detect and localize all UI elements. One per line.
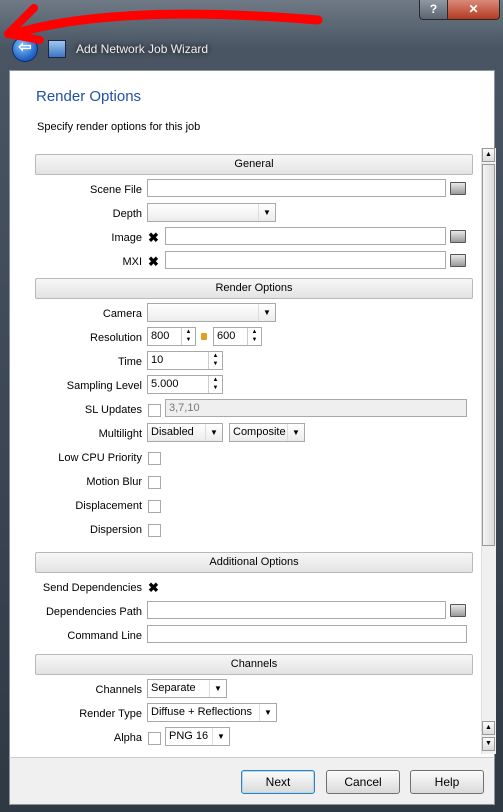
spin-arrows-icon[interactable]: ▲ ▼ (208, 376, 222, 393)
spin-arrows-icon[interactable]: ▲ ▼ (247, 328, 261, 345)
section-channels: Channels (35, 654, 473, 675)
motion-blur-label: Motion Blur (86, 476, 142, 488)
folder-icon[interactable] (450, 254, 466, 267)
cancel-button[interactable]: Cancel (326, 770, 400, 794)
displacement-checkbox[interactable] (148, 500, 161, 513)
image-label: Image (111, 232, 142, 244)
button-bar: Next Cancel Help (9, 757, 495, 805)
camera-select[interactable]: ▼ (147, 303, 276, 322)
folder-icon[interactable] (450, 604, 466, 617)
sampling-level-spinbox[interactable]: 5.000 ▲ ▼ (147, 375, 223, 394)
help-button[interactable]: Help (410, 770, 484, 794)
send-dependencies-checkbox[interactable]: ✖ (148, 581, 159, 594)
multilight-mode-select[interactable]: Composite ▼ (229, 423, 305, 442)
next-button[interactable]: Next (241, 770, 315, 794)
page-subtitle: Specify render options for this job (37, 121, 201, 133)
vertical-scrollbar[interactable]: ▲ ▲ ▼ (481, 148, 496, 754)
mxi-label: MXI (122, 256, 142, 268)
alpha-checkbox[interactable] (148, 732, 161, 745)
resolution-width-value: 800 (151, 330, 170, 342)
render-type-label: Render Type (79, 708, 142, 720)
depth-select[interactable]: ▼ (147, 203, 276, 222)
mxi-path-input[interactable] (165, 251, 446, 269)
time-label: Time (117, 356, 142, 368)
image-path-input[interactable] (165, 227, 446, 245)
camera-label: Camera (102, 308, 142, 320)
motion-blur-checkbox[interactable] (148, 476, 161, 489)
scroll-down-icon[interactable]: ▼ (482, 737, 495, 751)
channels-value: Separate (151, 682, 196, 694)
scrollbar-thumb[interactable] (482, 164, 495, 546)
time-spinbox[interactable]: 10 ▲ ▼ (147, 351, 223, 370)
chevron-down-icon: ▼ (258, 204, 275, 221)
multilight-value: Disabled (151, 426, 194, 438)
section-additional-options: Additional Options (35, 552, 473, 573)
page-title: Render Options (36, 88, 142, 105)
spin-arrows-icon[interactable]: ▲ ▼ (208, 352, 222, 369)
help-window-button[interactable]: ? (419, 0, 448, 20)
section-general: General (35, 154, 473, 175)
displacement-label: Displacement (75, 500, 142, 512)
alpha-format-select[interactable]: PNG 16 ▼ (165, 727, 230, 746)
command-line-label: Command Line (67, 630, 142, 642)
sl-updates-checkbox[interactable] (148, 404, 161, 417)
sampling-level-label: Sampling Level (66, 380, 142, 392)
options-scroll-area: General Scene File Depth ▼ Image ✖ MXI ✖… (34, 149, 480, 754)
alpha-format-value: PNG 16 (169, 730, 209, 742)
sl-updates-input: 3,7,10 (165, 399, 467, 417)
resolution-label: Resolution (90, 332, 142, 344)
close-window-button[interactable]: ✕ (447, 0, 500, 20)
window-frame: ? ✕ ⇦ Add Network Job Wizard Render Opti… (0, 0, 503, 812)
alpha-label: Alpha (113, 732, 142, 744)
image-checkbox[interactable]: ✖ (148, 231, 159, 244)
resolution-height-value: 600 (217, 330, 236, 342)
channels-select[interactable]: Separate ▼ (147, 679, 227, 698)
low-cpu-checkbox[interactable] (148, 452, 161, 465)
scroll-up-icon[interactable]: ▲ (482, 721, 495, 735)
dispersion-label: Dispersion (90, 524, 142, 536)
scene-file-label: Scene File (90, 184, 142, 196)
sampling-level-value: 5.000 (151, 378, 179, 390)
scroll-up-icon[interactable]: ▲ (482, 148, 495, 162)
chevron-down-icon: ▼ (212, 728, 229, 745)
dispersion-checkbox[interactable] (148, 524, 161, 537)
dependencies-path-label: Dependencies Path (45, 606, 142, 618)
folder-icon[interactable] (450, 182, 466, 195)
spin-arrows-icon[interactable]: ▲ ▼ (181, 328, 195, 345)
sl-updates-label: SL Updates (84, 404, 142, 416)
chevron-down-icon: ▼ (287, 424, 304, 441)
wizard-page: Render Options Specify render options fo… (9, 70, 496, 759)
section-render-options: Render Options (35, 278, 473, 299)
chevron-down-icon: ▼ (205, 424, 222, 441)
channels-label: Channels (95, 684, 142, 696)
lock-icon[interactable] (201, 333, 207, 340)
low-cpu-label: Low CPU Priority (58, 452, 142, 464)
chevron-down-icon: ▼ (258, 304, 275, 321)
chevron-down-icon: ▼ (209, 680, 226, 697)
time-value: 10 (151, 354, 164, 366)
render-type-value: Diffuse + Reflections (151, 706, 252, 718)
render-type-select[interactable]: Diffuse + Reflections ▼ (147, 703, 277, 722)
multilight-select[interactable]: Disabled ▼ (147, 423, 223, 442)
send-dependencies-label: Send Dependencies (42, 582, 142, 594)
multilight-mode-value: Composite (233, 426, 286, 438)
title-bar: ? ✕ ⇦ Add Network Job Wizard (0, 0, 503, 70)
multilight-label: Multilight (98, 428, 142, 440)
chevron-down-icon: ▼ (259, 704, 276, 721)
resolution-width-spinbox[interactable]: 800 ▲ ▼ (147, 327, 196, 346)
resolution-height-spinbox[interactable]: 600 ▲ ▼ (213, 327, 262, 346)
scene-file-input[interactable] (147, 179, 446, 197)
command-line-input[interactable] (147, 625, 467, 643)
red-arrow-annotation-icon (4, 4, 323, 44)
folder-icon[interactable] (450, 230, 466, 243)
depth-label: Depth (112, 208, 142, 220)
mxi-checkbox[interactable]: ✖ (148, 255, 159, 268)
dependencies-path-input[interactable] (147, 601, 446, 619)
